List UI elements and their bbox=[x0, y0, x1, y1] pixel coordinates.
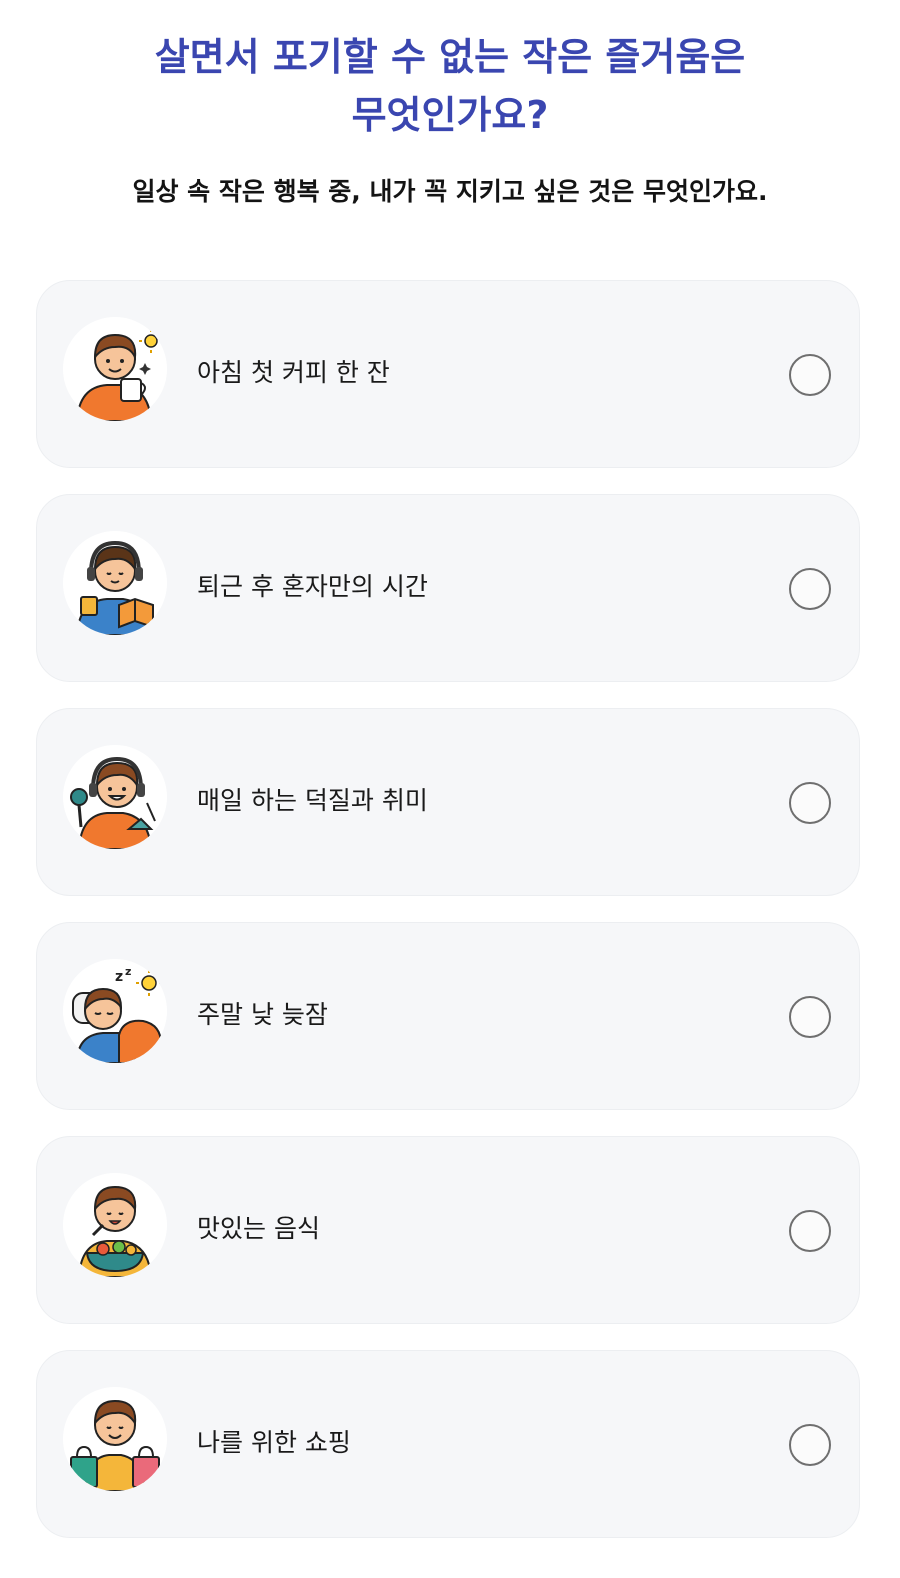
radio-button[interactable] bbox=[789, 1424, 831, 1466]
svg-text:z: z bbox=[115, 969, 123, 985]
survey-page: 살면서 포기할 수 없는 작은 즐거움은 무엇인가요? 일상 속 작은 행복 중… bbox=[0, 0, 900, 1578]
svg-text:z: z bbox=[125, 965, 131, 978]
option-card-sleep-in[interactable]: z z 주말 낮 늦잠 bbox=[36, 922, 860, 1110]
option-card-coffee[interactable]: 아침 첫 커피 한 잔 bbox=[36, 280, 860, 468]
option-card-alone-time[interactable]: 퇴근 후 혼자만의 시간 bbox=[36, 494, 860, 682]
option-label: 아침 첫 커피 한 잔 bbox=[197, 358, 390, 387]
title-line-2: 무엇인가요? bbox=[351, 93, 549, 137]
option-label: 맛있는 음식 bbox=[197, 1214, 320, 1243]
radio-button[interactable] bbox=[789, 782, 831, 824]
hobby-person-icon bbox=[63, 745, 167, 849]
reading-person-icon bbox=[63, 531, 167, 635]
option-label: 주말 낮 늦잠 bbox=[197, 1000, 328, 1029]
option-card-hobby[interactable]: 매일 하는 덕질과 취미 bbox=[36, 708, 860, 896]
page-title: 살면서 포기할 수 없는 작은 즐거움은 무엇인가요? bbox=[60, 28, 840, 144]
radio-button[interactable] bbox=[789, 354, 831, 396]
title-line-1: 살면서 포기할 수 없는 작은 즐거움은 bbox=[154, 35, 746, 79]
eating-person-icon bbox=[63, 1173, 167, 1277]
radio-button[interactable] bbox=[789, 1210, 831, 1252]
option-card-shopping[interactable]: 나를 위한 쇼핑 bbox=[36, 1350, 860, 1538]
option-label: 퇴근 후 혼자만의 시간 bbox=[197, 572, 428, 601]
option-label: 매일 하는 덕질과 취미 bbox=[197, 786, 428, 815]
option-list: 아침 첫 커피 한 잔 퇴근 후 혼자만의 시간 매일 하는 덕질과 취미 z … bbox=[36, 280, 860, 1564]
coffee-person-icon bbox=[63, 317, 167, 421]
option-card-food[interactable]: 맛있는 음식 bbox=[36, 1136, 860, 1324]
radio-button[interactable] bbox=[789, 568, 831, 610]
radio-button[interactable] bbox=[789, 996, 831, 1038]
option-label: 나를 위한 쇼핑 bbox=[197, 1428, 351, 1457]
sleeping-person-icon: z z bbox=[63, 959, 167, 1063]
page-subtitle: 일상 속 작은 행복 중, 내가 꼭 지키고 싶은 것은 무엇인가요. bbox=[132, 177, 768, 206]
shopping-person-icon bbox=[63, 1387, 167, 1491]
